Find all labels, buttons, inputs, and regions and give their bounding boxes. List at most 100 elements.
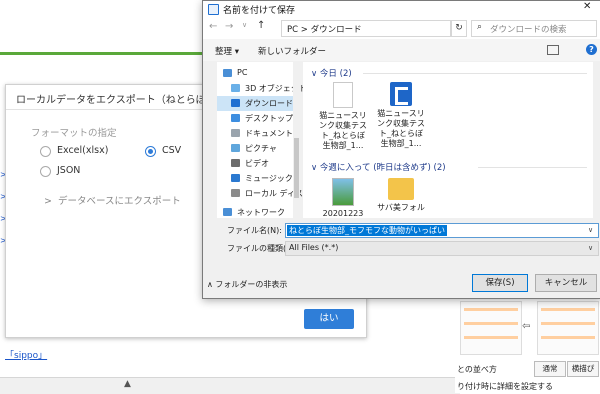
paste-settings-label: り付け時に詳細を設定する: [457, 382, 553, 391]
sippo-link[interactable]: 「sippo」: [5, 348, 47, 361]
bottom-scrollbar[interactable]: [0, 377, 460, 394]
search-placeholder: ダウンロードの検索: [490, 25, 567, 35]
disk-icon: [231, 189, 240, 197]
nav-item-label: ピクチャ: [245, 144, 277, 153]
address-text: PC > ダウンロード: [287, 25, 362, 35]
search-icon: ⌕: [477, 22, 483, 32]
nav-item-label: ネットワーク: [237, 208, 285, 217]
filetype-select[interactable]: All Files (*.*) ∨: [285, 241, 599, 256]
title-bar: 名前を付けて保存 ✕: [203, 1, 600, 17]
radio-excel-label[interactable]: Excel(xlsx): [57, 145, 108, 156]
nav-item-label: PC: [237, 68, 248, 77]
folder-icon: [388, 178, 414, 200]
filename-area: ファイル名(N): ねとらぼ生物部_モフモフな動物がいっぱい ∨ ファイルの種類…: [203, 219, 600, 263]
dialog-icon: [208, 4, 219, 15]
nav-item-label: ビデオ: [245, 159, 269, 168]
file-pane-scrollbar[interactable]: [593, 62, 600, 218]
nav-item-documents[interactable]: ドキュメント: [217, 126, 299, 141]
group-header-this-week[interactable]: ∨ 今週に入って (昨日は含めず) (2): [311, 161, 446, 173]
address-bar[interactable]: PC > ダウンロード: [281, 20, 451, 37]
horizontal-button[interactable]: 横描ぴ: [567, 361, 599, 377]
filetype-value: All Files (*.*): [289, 243, 339, 252]
cancel-button[interactable]: キャンセル: [535, 274, 597, 292]
chevron-up-icon[interactable]: ▲: [124, 379, 131, 389]
nav-item-pictures[interactable]: ピクチャ: [217, 141, 299, 156]
right-thumbnail-panel: ⇦ との並べ方 通常 横描ぴ り付け時に詳細を設定する: [455, 297, 600, 393]
navigation-pane: PC 3D オブジェクト ダウンロード デスクトップ ドキュメント ピクチャ ビ…: [217, 62, 322, 218]
arrange-label: との並べ方: [457, 365, 497, 374]
search-input[interactable]: ⌕ ダウンロードの検索: [471, 20, 597, 37]
nav-item-3d-objects[interactable]: 3D オブジェクト: [217, 81, 307, 96]
back-arrow-icon[interactable]: ←: [209, 21, 217, 32]
nav-item-network[interactable]: ネットワーク: [217, 205, 299, 218]
hide-folders-label: フォルダーの非表示: [215, 280, 288, 289]
navigation-bar: ← → ∨ ↑ PC > ダウンロード ↻ ⌕ ダウンロードの検索: [203, 17, 600, 39]
nav-item-label: ミュージック: [245, 174, 293, 183]
divider: [478, 167, 587, 168]
db-export-toggle[interactable]: > データベースにエクスポート: [44, 193, 181, 207]
nav-item-downloads[interactable]: ダウンロード: [217, 96, 299, 111]
3d-objects-icon: [231, 84, 240, 92]
music-icon: [231, 174, 240, 182]
dialog-title: 名前を付けて保存: [223, 6, 296, 16]
file-name: 猫ニュースリ ンク収集テス ト_ねとらぼ 生物部_1...: [319, 111, 367, 150]
filename-input[interactable]: ねとらぼ生物部_モフモフな動物がいっぱい ∨: [285, 223, 599, 238]
file-list-pane: ∨ 今日 (2) 猫ニュースリ ンク収集テス ト_ねとらぼ 生物部_1... 猫…: [303, 62, 593, 218]
image-file-icon: [332, 178, 354, 206]
radio-excel[interactable]: [40, 146, 51, 157]
new-folder-button[interactable]: 新しいフォルダー: [258, 45, 326, 57]
db-export-label: データベースにエクスポート: [58, 196, 181, 207]
desktop-icon: [231, 114, 240, 122]
videos-icon: [231, 159, 240, 167]
save-button[interactable]: 保存(S): [472, 274, 528, 292]
file-item[interactable]: 猫ニュースリ ンク収集テス ト_ねとらぼ 生物部_1...: [373, 82, 429, 149]
pc-icon: [223, 69, 232, 77]
group-header-today[interactable]: ∨ 今日 (2): [311, 67, 352, 79]
pictures-icon: [231, 144, 240, 152]
nav-item-label: ドキュメント: [245, 129, 293, 138]
nav-item-music[interactable]: ミュージック: [217, 171, 299, 186]
refresh-icon[interactable]: ↻: [451, 20, 467, 37]
filename-value: ねとらぼ生物部_モフモフな動物がいっぱい: [287, 225, 447, 236]
modal-title: ローカルデータをエクスポート（ねとらぼ生物: [16, 95, 226, 106]
view-options-icon[interactable]: [547, 45, 559, 55]
file-item[interactable]: 猫ニュースリ ンク収集テス ト_ねとらぼ 生物部_1...: [315, 82, 371, 151]
radio-csv[interactable]: [145, 146, 156, 157]
radio-csv-label[interactable]: CSV: [162, 145, 181, 156]
organize-button[interactable]: 整理 ▾: [215, 45, 239, 57]
ok-button[interactable]: はい: [304, 309, 354, 329]
nav-item-videos[interactable]: ビデオ: [217, 156, 299, 171]
radio-json[interactable]: [40, 166, 51, 177]
nav-item-pc[interactable]: PC: [217, 66, 299, 81]
nav-pane-scrollbar[interactable]: [293, 62, 300, 218]
nav-item-label: デスクトップ: [245, 114, 293, 123]
filename-label: ファイル名(N):: [227, 226, 282, 235]
file-item[interactable]: 20201223: [315, 178, 371, 219]
thumbnail[interactable]: [460, 301, 522, 355]
app-file-icon: [390, 82, 412, 106]
chevron-down-icon[interactable]: ∨: [242, 21, 247, 29]
radio-json-label[interactable]: JSON: [57, 165, 80, 176]
up-arrow-icon[interactable]: ↑: [257, 20, 265, 31]
chevron-down-icon[interactable]: ∨: [588, 226, 593, 234]
nav-item-local-disk[interactable]: ローカル ディスク (C: [217, 186, 322, 201]
format-label: フォーマットの指定: [31, 128, 117, 139]
close-icon[interactable]: ✕: [583, 1, 591, 12]
hide-folders-toggle[interactable]: ∧ フォルダーの非表示: [207, 279, 287, 290]
file-name: 猫ニュースリ ンク収集テス ト_ねとらぼ 生物部_1...: [377, 109, 425, 148]
standard-button[interactable]: 通常: [534, 361, 566, 377]
arrow-left-icon: ⇦: [522, 321, 531, 332]
file-item[interactable]: サバ美フォル: [373, 178, 429, 213]
file-name: サバ美フォル: [377, 203, 425, 212]
thumbnail[interactable]: [537, 301, 599, 355]
forward-arrow-icon[interactable]: →: [225, 21, 233, 32]
nav-item-desktop[interactable]: デスクトップ: [217, 111, 299, 126]
network-icon: [223, 208, 232, 216]
divider: [363, 73, 587, 74]
chevron-right-icon: >: [44, 196, 58, 207]
download-icon: [231, 99, 240, 107]
green-divider: [0, 52, 205, 55]
help-icon[interactable]: ?: [586, 44, 597, 55]
file-name: 20201223: [322, 209, 364, 218]
chevron-down-icon: ∨: [588, 244, 594, 252]
